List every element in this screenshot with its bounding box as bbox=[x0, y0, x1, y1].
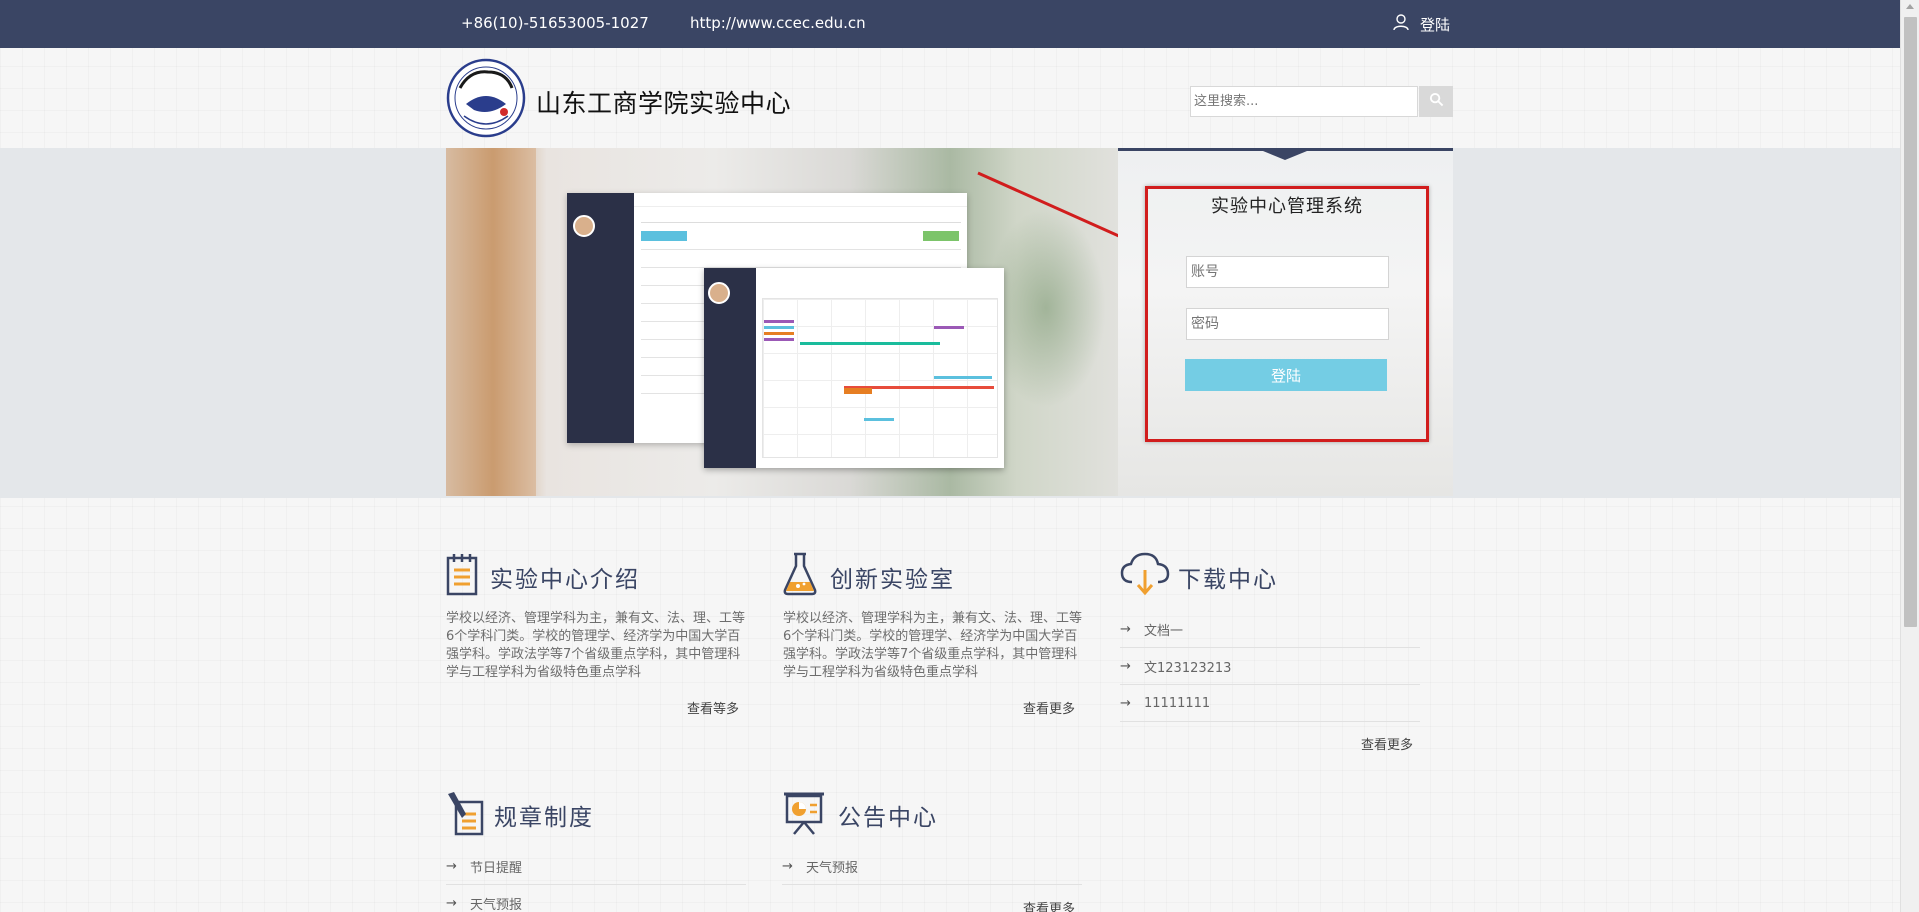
college-seal-logo bbox=[446, 58, 526, 138]
site-url-link[interactable]: http://www.ccec.edu.cn bbox=[690, 14, 866, 32]
list-item-label: 文档一 bbox=[1144, 623, 1184, 639]
list-item-label: 11111111 bbox=[1144, 695, 1211, 711]
password-field[interactable] bbox=[1186, 308, 1389, 340]
top-bar: +86(10)-51653005-1027 http://www.ccec.ed… bbox=[0, 0, 1900, 48]
rules-list: → 节日提醒 → 天气预报 bbox=[446, 848, 746, 912]
scroll-up-arrow-icon[interactable] bbox=[1906, 4, 1914, 9]
list-item[interactable]: → 节日提醒 bbox=[446, 848, 746, 885]
download-more-link[interactable]: 查看更多 bbox=[1361, 734, 1413, 753]
page-scrollbar[interactable] bbox=[1900, 0, 1919, 912]
user-icon bbox=[1392, 13, 1410, 35]
list-item[interactable]: → 11111111 bbox=[1120, 685, 1420, 722]
notice-more-link[interactable]: 查看更多 bbox=[1023, 898, 1075, 912]
arrow-right-icon: → bbox=[1120, 658, 1131, 674]
arrow-right-icon: → bbox=[446, 895, 457, 911]
list-item[interactable]: → 文档一 bbox=[1120, 611, 1420, 648]
lab-more-link[interactable]: 查看更多 bbox=[1023, 698, 1075, 717]
list-item-label: 天气预报 bbox=[470, 897, 523, 912]
arrow-right-icon: → bbox=[1120, 695, 1131, 711]
list-item-label: 节日提醒 bbox=[470, 860, 523, 876]
search-input[interactable] bbox=[1190, 86, 1418, 117]
login-button[interactable]: 登陆 bbox=[1185, 359, 1387, 391]
cloud-download-icon bbox=[1120, 552, 1170, 600]
site-title: 山东工商学院实验中心 bbox=[536, 89, 792, 118]
list-item-label: 天气预报 bbox=[806, 860, 859, 876]
intro-more-link[interactable]: 查看等多 bbox=[687, 698, 739, 717]
intro-section-title: 实验中心介绍 bbox=[490, 567, 640, 593]
login-panel-title: 实验中心管理系统 bbox=[1211, 196, 1363, 217]
arrow-right-icon: → bbox=[446, 858, 457, 874]
download-list: → 文档一 → 文123123213 → 11111111 bbox=[1120, 611, 1420, 722]
download-section-title: 下载中心 bbox=[1178, 567, 1278, 593]
presentation-board-icon bbox=[782, 790, 826, 840]
list-item-label: 文123123213 bbox=[1144, 660, 1232, 676]
pen-document-icon bbox=[446, 790, 486, 840]
top-login-label: 登陆 bbox=[1420, 15, 1451, 34]
list-item[interactable]: → 天气预报 bbox=[446, 885, 746, 912]
flask-icon bbox=[782, 550, 818, 600]
intro-section-text: 学校以经济、管理学科为主，兼有文、法、理、工等6个学科门类。学校的管理学、经济学… bbox=[446, 611, 746, 680]
arrow-right-icon: → bbox=[1120, 621, 1131, 637]
notice-section-title: 公告中心 bbox=[838, 805, 938, 831]
top-login-link[interactable]: 登陆 bbox=[1392, 13, 1450, 35]
lab-section-title: 创新实验室 bbox=[830, 567, 955, 593]
account-field[interactable] bbox=[1186, 256, 1389, 288]
arrow-right-icon: → bbox=[782, 858, 793, 874]
lab-section-text: 学校以经济、管理学科为主，兼有文、法、理、工等6个学科门类。学校的管理学、经济学… bbox=[783, 611, 1083, 680]
list-item[interactable]: → 天气预报 bbox=[782, 848, 1082, 885]
notice-list: → 天气预报 bbox=[782, 848, 1082, 885]
calendar-preview-window bbox=[704, 268, 1004, 468]
rules-section-title: 规章制度 bbox=[494, 805, 594, 831]
search-button[interactable] bbox=[1419, 86, 1453, 117]
list-item[interactable]: → 文123123213 bbox=[1120, 648, 1420, 685]
contact-phone: +86(10)-51653005-1027 bbox=[461, 14, 649, 32]
scrollbar-thumb[interactable] bbox=[1904, 17, 1917, 627]
search-icon bbox=[1429, 92, 1444, 111]
panel-notch-icon bbox=[1263, 151, 1307, 160]
notepad-icon bbox=[446, 552, 480, 600]
